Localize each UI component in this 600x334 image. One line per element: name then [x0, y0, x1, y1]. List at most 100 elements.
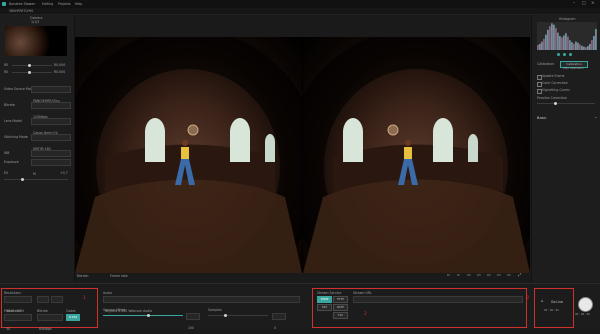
- stereo-preview[interactable]: [75, 37, 530, 273]
- tab-bar: 360HFRETLYHS: [0, 8, 600, 15]
- histogram-bar: [557, 32, 559, 50]
- histogram-label: Histogram: [559, 17, 576, 21]
- record-timer: 00 : 00 : 00: [575, 313, 590, 316]
- stitch-select[interactable]: SMT/M 180: [31, 134, 71, 151]
- row1-slider[interactable]: [12, 65, 52, 66]
- exposure-select[interactable]: M: [31, 159, 71, 176]
- highlight-number-1: 1: [83, 296, 86, 301]
- vr-icon[interactable]: ▭: [497, 273, 501, 277]
- resolution-height-field[interactable]: [51, 296, 63, 303]
- ev-label: EV: [4, 171, 9, 175]
- histogram-bar: [539, 43, 541, 50]
- viewer: Bitrate: Frame rate: ▫ ▫ ▭ ▭ ▭ ▭ ▭ ⤢: [75, 15, 530, 282]
- row1-knob[interactable]: [28, 64, 31, 67]
- fullscreen-icon[interactable]: ▭: [487, 273, 491, 277]
- samples-knob[interactable]: [224, 314, 227, 317]
- ev-knob[interactable]: [21, 178, 24, 181]
- bottom-bitrate-label: Bitrate: [37, 309, 48, 313]
- stream-url-label: Stream URL: [353, 291, 372, 295]
- ev-value: +0.7: [60, 171, 68, 175]
- stream-option-flv[interactable]: FLV: [333, 312, 348, 319]
- basic-section-label[interactable]: Basic: [537, 116, 547, 120]
- row2-knob[interactable]: [28, 71, 31, 74]
- histogram-bar: [581, 45, 583, 50]
- right-eye-scene: [303, 37, 530, 273]
- stitch-label: Stitching Mode: [4, 135, 28, 139]
- stream-url-field[interactable]: [353, 296, 523, 303]
- source-select[interactable]: PANO/EHRE/Olsu: [31, 86, 71, 103]
- row1-label: R0: [4, 63, 9, 67]
- layout-icon[interactable]: ▭: [477, 273, 481, 277]
- wb-select[interactable]: Auto: [31, 150, 71, 167]
- bitrate-field[interactable]: 60Mbps: [37, 314, 63, 331]
- left-eye-view: [75, 37, 302, 273]
- histogram-bar: [565, 33, 567, 50]
- stream-option-http[interactable]: HTTP: [333, 296, 348, 303]
- left-panel: Camera 1/1/3 R0 R0.000 R0 R0.000 Video S…: [0, 15, 75, 282]
- histogram-bar: [555, 28, 557, 50]
- histogram-dot-3[interactable]: [569, 53, 572, 56]
- golive-highlight: [534, 288, 574, 328]
- record-button[interactable]: [578, 297, 593, 312]
- color-correction-label: Color Correction: [542, 81, 568, 85]
- samples-field[interactable]: 0: [272, 313, 286, 330]
- menu-projects[interactable]: Projects: [58, 2, 71, 6]
- audio-select[interactable]: Beyond 4-360 Webcam Audio: [103, 296, 300, 313]
- resolution-width-field[interactable]: [37, 296, 49, 303]
- stream-option-rtmp[interactable]: RTMP: [317, 296, 332, 303]
- samples-label: Samples: [208, 308, 222, 312]
- expand-icon[interactable]: ⤢: [518, 273, 521, 277]
- row1-value: R0.000: [54, 63, 66, 67]
- device-tab[interactable]: 360HFRETLYHS: [9, 9, 33, 13]
- histogram-bar: [569, 40, 571, 50]
- histogram-bar: [541, 41, 543, 50]
- framerate-select[interactable]: 30: [4, 314, 32, 331]
- chevron-down-icon[interactable]: ⌄: [594, 115, 597, 119]
- lock-icon[interactable]: ▫: [447, 273, 450, 277]
- parallax-knob[interactable]: [554, 102, 557, 105]
- close-icon[interactable]: ×: [591, 1, 594, 5]
- wb-label: WB: [4, 151, 10, 155]
- resolution-select[interactable]: 3840x1920: [4, 296, 32, 313]
- bitrate-label: Bitrate: [4, 103, 15, 107]
- histogram-bar: [563, 35, 565, 50]
- camera-preview[interactable]: [5, 26, 67, 56]
- volume-slider[interactable]: [103, 315, 183, 316]
- lens-select[interactable]: Canon 8mm f/4: [31, 118, 71, 135]
- split-view-icon[interactable]: ▭: [467, 273, 471, 277]
- left-eye-scene: [75, 37, 302, 273]
- parallax-slider[interactable]: [537, 103, 595, 104]
- stream-option-rstp[interactable]: RSTP: [333, 304, 348, 311]
- codec-select[interactable]: H.264: [66, 314, 80, 321]
- histogram-bar: [545, 34, 547, 50]
- histogram-bar: [591, 40, 593, 50]
- histogram-bar: [593, 36, 595, 50]
- source-label: Video Source Mode: [4, 87, 35, 91]
- grid-icon[interactable]: ▫: [457, 273, 460, 277]
- app-title: Nunatee Stowen: [9, 2, 36, 6]
- histogram-bar: [547, 29, 549, 50]
- samples-slider[interactable]: [208, 315, 268, 316]
- histogram-bar: [589, 43, 591, 50]
- minimize-icon[interactable]: –: [573, 1, 575, 5]
- volume-field[interactable]: 100: [186, 313, 200, 330]
- histogram-bar: [595, 29, 597, 50]
- histogram-dot-1[interactable]: [557, 53, 560, 56]
- volume-knob[interactable]: [147, 314, 150, 317]
- maximize-icon[interactable]: □: [582, 1, 586, 5]
- audio-label: Audio: [103, 291, 113, 295]
- bitrate-select[interactable]: 120Mbps: [31, 102, 71, 119]
- golive-label[interactable]: Go Live: [551, 300, 563, 304]
- histogram-bar: [567, 36, 569, 50]
- menu-editing[interactable]: Editing: [42, 2, 53, 6]
- row2-slider[interactable]: [12, 72, 52, 73]
- histogram-dot-2[interactable]: [563, 53, 566, 56]
- row2-label: R0: [4, 70, 9, 74]
- golive-timer: 00 : 00 : 00: [544, 309, 559, 312]
- ev-slider[interactable]: [4, 179, 68, 180]
- histogram-bar: [575, 41, 577, 50]
- settings-icon[interactable]: ▭: [507, 273, 511, 277]
- histogram-bar: [537, 44, 539, 50]
- stream-option-srt[interactable]: SRT: [317, 304, 332, 311]
- menu-help[interactable]: Help: [75, 2, 82, 6]
